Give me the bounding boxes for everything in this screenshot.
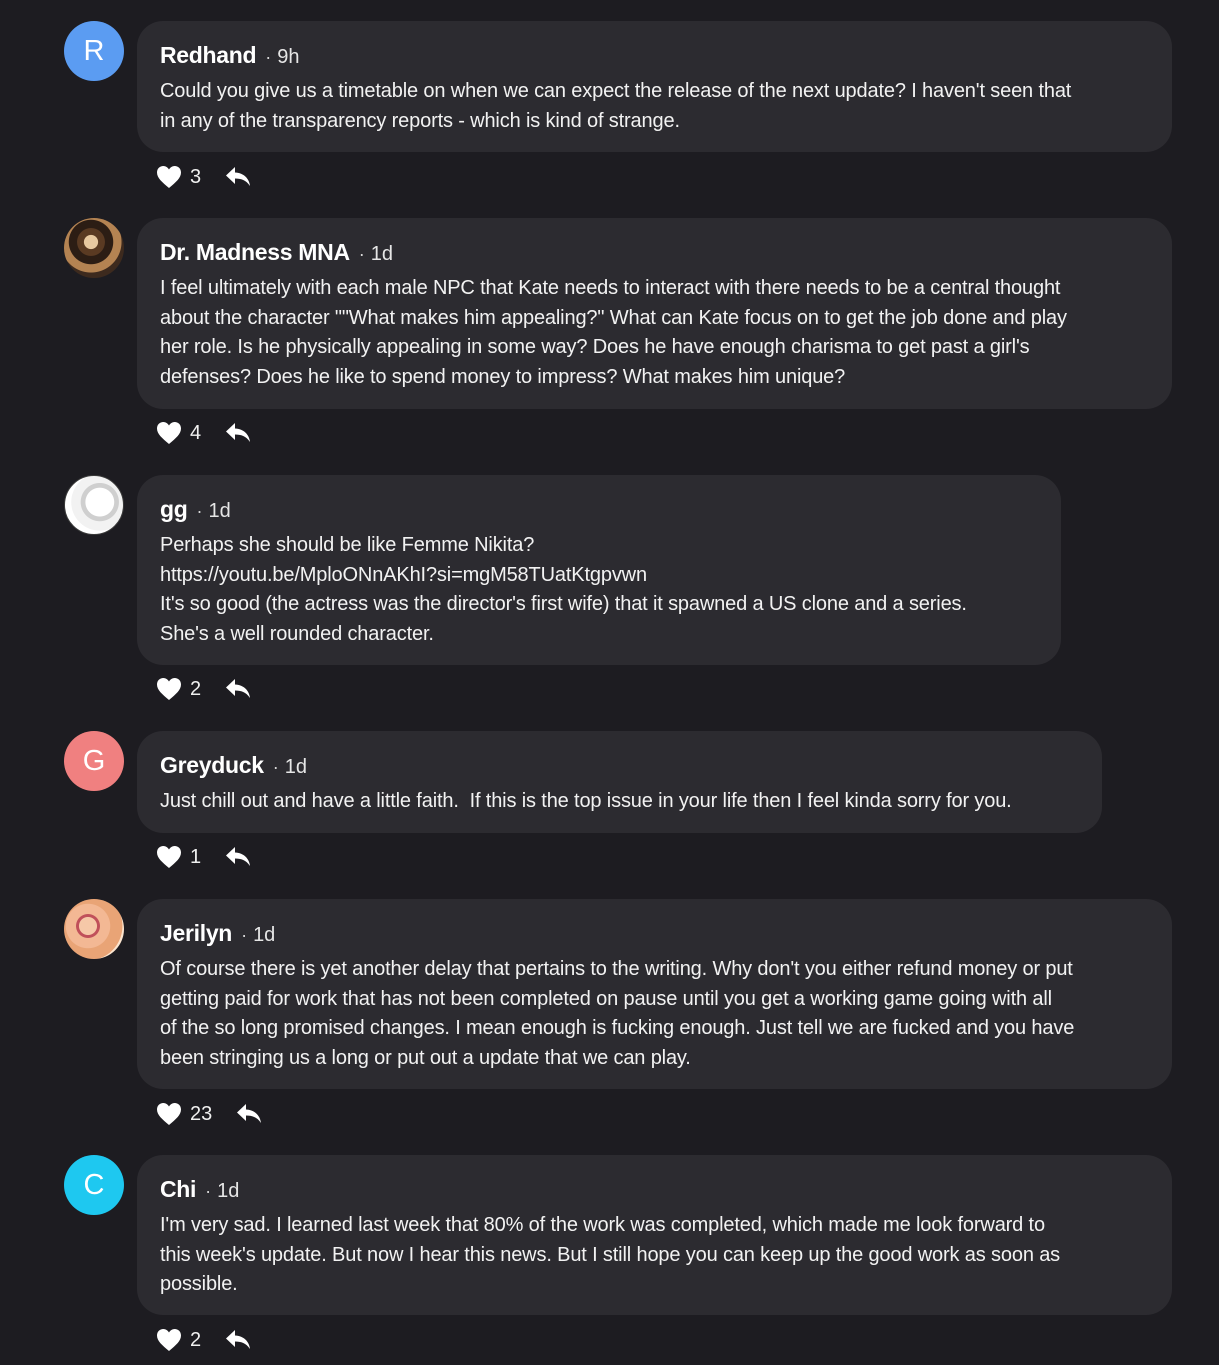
comment-bubble: Greyduck · 1d Just chill out and have a … — [137, 731, 1102, 833]
like-count: 23 — [190, 1102, 213, 1125]
like-count: 3 — [190, 165, 202, 188]
avatar[interactable]: C — [64, 1155, 124, 1215]
comment-body: Of course there is yet another delay tha… — [160, 958, 1075, 1069]
author-name[interactable]: Redhand — [160, 42, 257, 69]
comment-bubble: Dr. Madness MNA · 1d I feel ultimately w… — [137, 218, 1172, 409]
comment-body: I feel ultimately with each male NPC tha… — [160, 277, 1067, 388]
timestamp: 1d — [284, 756, 307, 778]
comment-bubble: Jerilyn · 1d Of course there is yet anot… — [137, 899, 1172, 1089]
comment-actions: 2 — [156, 1326, 251, 1354]
separator-dot: · — [241, 925, 248, 945]
like-count: 2 — [190, 677, 202, 700]
heart-icon[interactable] — [156, 677, 182, 701]
comment-actions: 2 — [156, 675, 251, 703]
reply-icon[interactable] — [225, 422, 251, 444]
timestamp: 1d — [208, 500, 231, 522]
comment-actions: 3 — [156, 163, 251, 191]
comment-body: Just chill out and have a little faith. … — [160, 790, 1012, 812]
comment-bubble: gg · 1d Perhaps she should be like Femme… — [137, 475, 1061, 665]
like-count: 2 — [190, 1328, 202, 1351]
reply-icon[interactable] — [225, 166, 251, 188]
avatar[interactable]: G — [64, 731, 124, 791]
comment-body: I'm very sad. I learned last week that 8… — [160, 1214, 1061, 1295]
like-button[interactable]: 2 — [156, 1328, 201, 1352]
like-count: 1 — [190, 845, 202, 868]
separator-dot: · — [196, 501, 203, 521]
timestamp: 1d — [217, 1180, 240, 1202]
comment-body: Could you give us a timetable on when we… — [160, 80, 1072, 132]
like-button[interactable]: 23 — [156, 1102, 212, 1126]
comment-header: Jerilyn · 1d — [160, 920, 1149, 950]
separator-dot: · — [358, 244, 365, 264]
reply-icon[interactable] — [225, 846, 251, 868]
comment-actions: 4 — [156, 419, 251, 447]
comment-header: Chi · 1d — [160, 1176, 1149, 1206]
like-button[interactable]: 4 — [156, 421, 201, 445]
reply-icon[interactable] — [236, 1103, 262, 1125]
comment-body: Perhaps she should be like Femme Nikita?… — [160, 534, 967, 645]
comment-header: Redhand · 9h — [160, 42, 1149, 72]
comment-bubble: Redhand · 9h Could you give us a timetab… — [137, 21, 1172, 152]
avatar[interactable] — [64, 899, 124, 959]
timestamp: 1d — [370, 243, 394, 265]
like-button[interactable]: 3 — [156, 165, 201, 189]
comment-header: Dr. Madness MNA · 1d — [160, 239, 1149, 269]
avatar[interactable]: R — [64, 21, 124, 81]
comment-actions: 1 — [156, 843, 251, 871]
author-name[interactable]: Chi — [160, 1176, 196, 1203]
author-name[interactable]: Dr. Madness MNA — [160, 239, 350, 266]
reply-icon[interactable] — [225, 1329, 251, 1351]
author-name[interactable]: Greyduck — [160, 752, 264, 779]
comment-header: gg · 1d — [160, 496, 1038, 526]
comment-actions: 23 — [156, 1100, 262, 1128]
heart-icon[interactable] — [156, 1102, 182, 1126]
heart-icon[interactable] — [156, 421, 182, 445]
heart-icon[interactable] — [156, 165, 182, 189]
comment-bubble: Chi · 1d I'm very sad. I learned last we… — [137, 1155, 1172, 1315]
comment-header: Greyduck · 1d — [160, 752, 1079, 782]
like-button[interactable]: 1 — [156, 845, 201, 869]
like-button[interactable]: 2 — [156, 677, 201, 701]
reply-icon[interactable] — [225, 678, 251, 700]
separator-dot: · — [205, 1181, 212, 1201]
timestamp: 9h — [277, 46, 300, 68]
heart-icon[interactable] — [156, 845, 182, 869]
author-name[interactable]: gg — [160, 496, 188, 523]
separator-dot: · — [265, 47, 272, 67]
like-count: 4 — [190, 421, 202, 444]
author-name[interactable]: Jerilyn — [160, 920, 232, 947]
heart-icon[interactable] — [156, 1328, 182, 1352]
avatar[interactable] — [64, 475, 124, 535]
timestamp: 1d — [253, 924, 276, 946]
avatar[interactable] — [64, 218, 124, 278]
separator-dot: · — [272, 757, 279, 777]
